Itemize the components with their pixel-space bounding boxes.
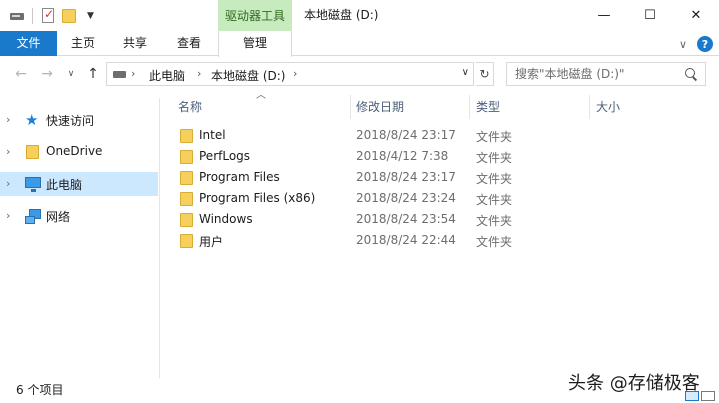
nav-item-label: 网络 — [46, 210, 71, 224]
tab-home[interactable]: 主页 — [62, 31, 104, 56]
ribbon-tabs: 文件 主页 共享 查看 管理 ∨ ? — [0, 31, 719, 57]
file-name: Windows — [199, 212, 253, 226]
file-row[interactable]: 用户 2018/8/24 22:44 文件夹 — [170, 231, 710, 252]
column-header-name[interactable]: 名称 — [178, 95, 348, 119]
drive-tools-context-header: 驱动器工具 — [218, 0, 292, 31]
recent-locations-button[interactable]: ∨ — [62, 65, 80, 83]
nav-item-this-pc[interactable]: › 此电脑 — [0, 172, 158, 196]
pc-icon — [25, 177, 41, 192]
file-row[interactable]: PerfLogs 2018/4/12 7:38 文件夹 — [170, 147, 710, 168]
file-date: 2018/8/24 23:17 — [356, 128, 456, 142]
column-header-date[interactable]: 修改日期 — [356, 95, 466, 119]
tab-share[interactable]: 共享 — [114, 31, 156, 56]
tab-manage[interactable]: 管理 — [218, 31, 292, 57]
folder-icon — [180, 171, 193, 185]
qat-separator — [32, 8, 33, 24]
file-date: 2018/8/24 23:54 — [356, 212, 456, 226]
forward-button[interactable]: → — [38, 65, 56, 83]
address-dropdown-icon[interactable]: ∨ — [462, 67, 469, 78]
expand-chevron-icon[interactable]: › — [6, 209, 10, 222]
breadcrumb-separator-icon[interactable]: › — [197, 67, 201, 80]
breadcrumb-drive-d[interactable]: 本地磁盘 (D:) — [211, 67, 285, 84]
search-icon[interactable] — [685, 68, 697, 80]
new-folder-icon[interactable] — [61, 7, 79, 25]
expand-ribbon-icon[interactable]: ∨ — [679, 38, 687, 51]
maximize-button[interactable]: ☐ — [627, 0, 673, 31]
quick-access-toolbar: ▼ — [8, 6, 105, 26]
details-view-icon[interactable] — [685, 391, 699, 401]
customize-qat-dropdown-icon[interactable]: ▼ — [83, 7, 101, 25]
drive-icon — [113, 71, 126, 78]
nav-item-onedrive[interactable]: › OneDrive — [0, 140, 158, 164]
column-separator[interactable] — [350, 95, 351, 119]
search-input[interactable] — [515, 67, 685, 81]
folder-icon — [180, 213, 193, 227]
file-type: 文件夹 — [476, 130, 513, 144]
status-item-count: 6 个项目 — [16, 383, 64, 397]
nav-item-label: OneDrive — [46, 144, 103, 158]
close-button[interactable]: ✕ — [673, 0, 719, 31]
file-row[interactable]: Intel 2018/8/24 23:17 文件夹 — [170, 126, 710, 147]
star-icon: ★ — [25, 111, 39, 129]
tab-file[interactable]: 文件 — [0, 31, 57, 56]
watermark: 头条 @存储极客 — [568, 373, 700, 394]
nav-item-label: 快速访问 — [46, 114, 95, 128]
address-bar[interactable]: › 此电脑 › 本地磁盘 (D:) › ∨ — [106, 62, 474, 86]
navigation-pane: › ★ 快速访问 › OneDrive › 此电脑 › 网络 — [0, 98, 160, 378]
column-header-type[interactable]: 类型 — [476, 95, 586, 119]
network-icon — [25, 209, 41, 224]
file-row[interactable]: Program Files (x86) 2018/8/24 23:24 文件夹 — [170, 189, 710, 210]
file-name: Intel — [199, 128, 226, 142]
search-box[interactable] — [506, 62, 706, 86]
file-date: 2018/4/12 7:38 — [356, 149, 449, 163]
breadcrumb-separator-icon[interactable]: › — [293, 67, 297, 80]
file-name: Program Files (x86) — [199, 191, 316, 205]
file-type: 文件夹 — [476, 214, 513, 228]
file-name: Program Files — [199, 170, 280, 184]
file-name: 用户 — [199, 235, 224, 249]
column-separator[interactable] — [589, 95, 590, 119]
title-bar: ▼ 驱动器工具 本地磁盘 (D:) — ☐ ✕ — [0, 0, 719, 31]
breadcrumb-this-pc[interactable]: 此电脑 — [149, 67, 185, 84]
file-type: 文件夹 — [476, 235, 513, 249]
folder-icon — [180, 192, 193, 206]
file-type: 文件夹 — [476, 193, 513, 207]
file-type: 文件夹 — [476, 172, 513, 186]
nav-item-label: 此电脑 — [46, 178, 83, 192]
minimize-button[interactable]: — — [581, 0, 627, 31]
file-name: PerfLogs — [199, 149, 251, 163]
tab-view[interactable]: 查看 — [168, 31, 210, 56]
file-date: 2018/8/24 22:44 — [356, 233, 456, 247]
drive-icon[interactable] — [8, 7, 26, 25]
file-row[interactable]: Windows 2018/8/24 23:54 文件夹 — [170, 210, 710, 231]
window-title: 本地磁盘 (D:) — [304, 8, 379, 22]
ribbon-controls: ∨ ? — [679, 36, 713, 52]
nav-item-network[interactable]: › 网络 — [0, 204, 158, 228]
onedrive-icon — [26, 145, 39, 159]
view-switcher — [683, 391, 715, 401]
large-icons-view-icon[interactable] — [701, 391, 715, 401]
refresh-button[interactable]: ↻ — [476, 62, 494, 86]
file-date: 2018/8/24 23:24 — [356, 191, 456, 205]
expand-chevron-icon[interactable]: › — [6, 113, 10, 126]
up-button[interactable]: ↑ — [84, 65, 102, 83]
file-row[interactable]: Program Files 2018/8/24 23:17 文件夹 — [170, 168, 710, 189]
file-date: 2018/8/24 23:17 — [356, 170, 456, 184]
properties-icon[interactable] — [39, 7, 57, 25]
expand-chevron-icon[interactable]: › — [6, 177, 10, 190]
expand-chevron-icon[interactable]: › — [6, 145, 10, 158]
breadcrumb-separator-icon[interactable]: › — [131, 67, 135, 80]
nav-item-quick-access[interactable]: › ★ 快速访问 — [0, 108, 158, 132]
file-type: 文件夹 — [476, 151, 513, 165]
folder-icon — [180, 150, 193, 164]
help-icon[interactable]: ? — [697, 36, 713, 52]
column-separator[interactable] — [469, 95, 470, 119]
back-button[interactable]: ← — [12, 65, 30, 83]
folder-icon — [180, 129, 193, 143]
column-header-size[interactable]: 大小 — [596, 95, 676, 119]
folder-icon — [180, 234, 193, 248]
